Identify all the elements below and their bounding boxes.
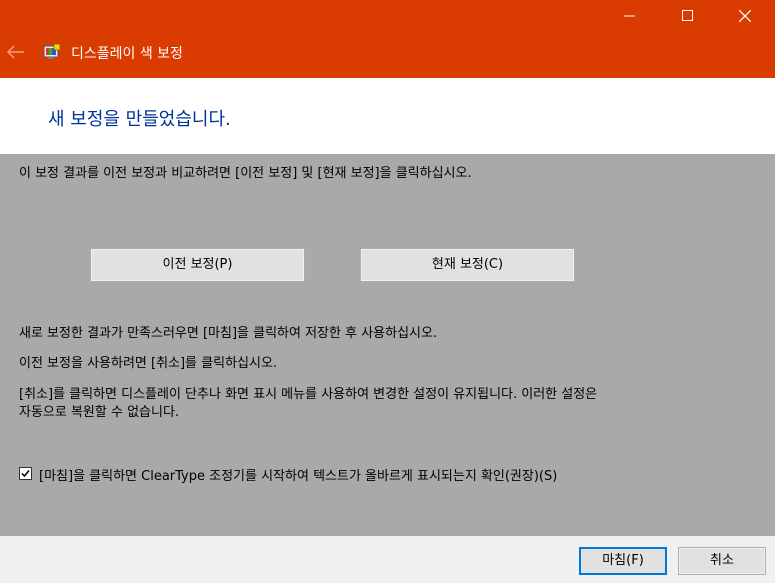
cleartype-checkbox[interactable] — [19, 467, 32, 480]
maximize-button[interactable] — [660, 0, 718, 32]
use-previous-text: 이전 보정을 사용하려면 [취소]를 클릭하십시오. — [19, 356, 278, 371]
checkmark-icon — [21, 470, 30, 478]
color-calibration-icon — [43, 43, 61, 59]
content-area: 이 보정 결과를 이전 보정과 비교하려면 [이전 보정] 및 [현재 보정]을… — [0, 154, 775, 536]
previous-calibration-button[interactable]: 이전 보정(P) — [90, 248, 305, 282]
page-header: 새 보정을 만들었습니다. — [0, 78, 775, 154]
compare-instruction: 이 보정 결과를 이전 보정과 비교하려면 [이전 보정] 및 [현재 보정]을… — [19, 166, 472, 181]
title-bar: 디스플레이 색 보정 — [0, 0, 775, 78]
close-button[interactable] — [717, 0, 775, 32]
page-heading: 새 보정을 만들었습니다. — [48, 109, 231, 130]
back-arrow-icon[interactable] — [6, 44, 26, 60]
window-title: 디스플레이 색 보정 — [71, 46, 183, 62]
cancel-note-line2: 자동으로 복원할 수 없습니다. — [19, 405, 180, 420]
minimize-icon — [624, 15, 635, 17]
minimize-button[interactable] — [602, 0, 660, 32]
finish-button[interactable]: 마침(F) — [579, 547, 667, 575]
cleartype-checkbox-label[interactable]: [마침]을 클릭하면 ClearType 조정기를 시작하여 텍스트가 올바르게… — [39, 465, 557, 484]
button-bar: 마침(F) 취소 — [0, 536, 775, 583]
close-icon — [739, 10, 751, 22]
cancel-button[interactable]: 취소 — [678, 547, 766, 575]
maximize-icon — [682, 10, 693, 21]
cancel-note-line1: [취소]를 클릭하면 디스플레이 단추나 화면 표시 메뉴를 사용하여 변경한 … — [19, 387, 598, 402]
satisfied-text: 새로 보정한 결과가 만족스러우면 [마침]을 클릭하여 저장한 후 사용하십시… — [19, 326, 438, 341]
current-calibration-button[interactable]: 현재 보정(C) — [360, 248, 575, 282]
